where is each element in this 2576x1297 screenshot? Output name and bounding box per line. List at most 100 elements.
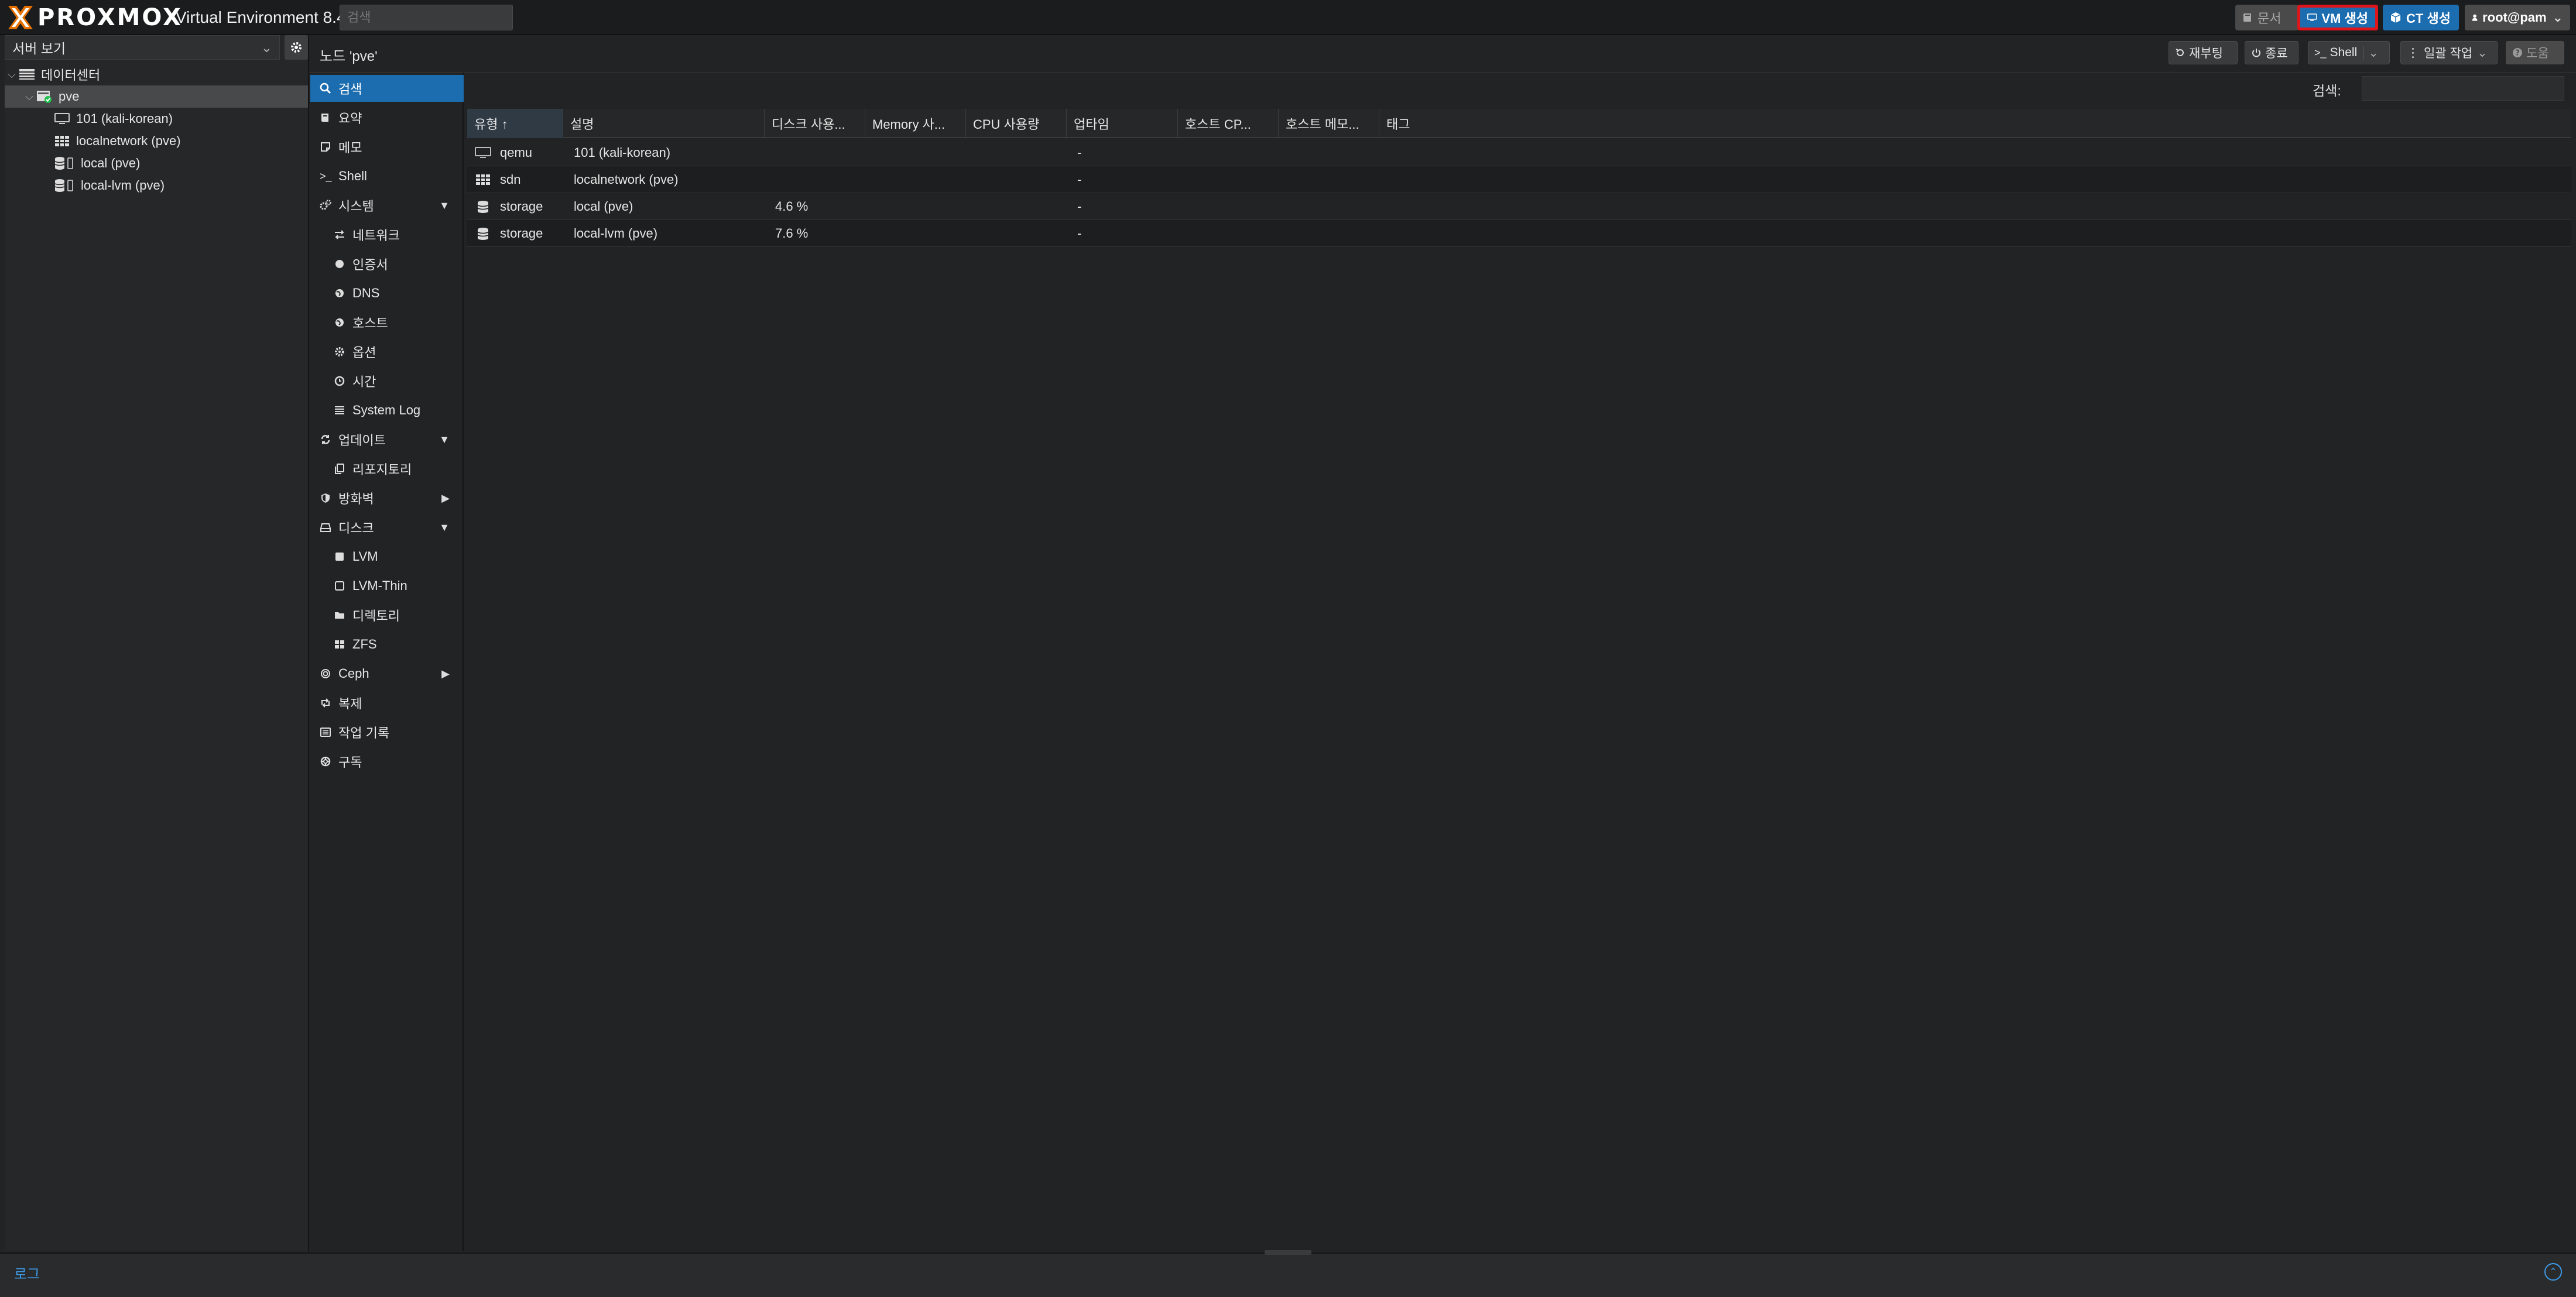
menu-item-system-log[interactable]: System Log: [310, 397, 464, 424]
column-header-disk-usage[interactable]: 디스크 사용...: [765, 109, 865, 138]
column-header-memory-usage[interactable]: Memory 사...: [865, 109, 966, 138]
create-vm-button[interactable]: VM 생성: [2297, 5, 2378, 30]
user-menu-button[interactable]: root@pam ⌄: [2465, 5, 2570, 30]
vm-monitor-icon: [54, 113, 70, 124]
menu-item-search[interactable]: 검색: [310, 75, 464, 102]
column-header-host-cpu[interactable]: 호스트 CP...: [1178, 109, 1279, 138]
log-tab[interactable]: 로그: [14, 1262, 40, 1283]
folder-icon: [335, 612, 344, 619]
global-search-input[interactable]: [340, 5, 513, 30]
create-vm-label: VM 생성: [2321, 11, 2368, 26]
tree-item-datacenter[interactable]: ⌵ 데이터센터: [5, 63, 308, 85]
menu-item-replication[interactable]: 복제: [310, 689, 464, 716]
menu-item-label: 업데이트: [338, 433, 386, 448]
reboot-label: 재부팅: [2189, 47, 2223, 60]
column-header-cpu-usage[interactable]: CPU 사용량: [966, 109, 1067, 138]
tree-item-sdn-localnetwork[interactable]: localnetwork (pve): [5, 130, 308, 152]
menu-item-label: LVM-Thin: [352, 578, 407, 593]
chevron-down-icon[interactable]: ⌄: [2363, 45, 2379, 60]
log-panel-splitter[interactable]: [1265, 1250, 1311, 1255]
documentation-label: 문서: [2258, 11, 2282, 26]
node-config-menu: 검색 요약 메모 >_ Shell 시스템 ▼ 네트워크 인증서 DNS 호스트…: [310, 73, 464, 1251]
column-header-uptime[interactable]: 업타임: [1067, 109, 1178, 138]
table-row[interactable]: [467, 139, 2571, 166]
expand-toggle-icon[interactable]: ⌵: [5, 68, 19, 81]
create-ct-button[interactable]: CT 생성: [2383, 5, 2459, 30]
menu-item-task-history[interactable]: 작업 기록: [310, 719, 464, 746]
menu-item-disks[interactable]: 디스크 ▼: [310, 514, 464, 541]
menu-item-system[interactable]: 시스템 ▼: [310, 192, 464, 219]
menu-item-label: 네트워크: [352, 228, 400, 243]
menu-item-time[interactable]: 시간: [310, 368, 464, 394]
caret-right-icon[interactable]: ▶: [441, 492, 450, 505]
menu-item-shell[interactable]: >_ Shell: [310, 163, 464, 190]
caret-down-icon[interactable]: ▼: [439, 434, 450, 446]
grid-cell-type: storage: [474, 193, 543, 220]
search-icon: [320, 83, 331, 94]
question-circle-icon: ?: [2513, 48, 2522, 58]
column-header-host-memory[interactable]: 호스트 메모...: [1279, 109, 1379, 138]
shutdown-button[interactable]: 종료: [2245, 41, 2298, 64]
menu-item-summary[interactable]: 요약: [310, 104, 464, 131]
sdn-grid-icon: [55, 136, 69, 146]
expand-toggle-icon[interactable]: ⌵: [22, 91, 36, 103]
bulk-actions-button[interactable]: ⋮ 일괄 작업 ⌄: [2400, 41, 2498, 64]
caret-down-icon[interactable]: ▼: [439, 200, 450, 212]
support-icon: [320, 756, 331, 767]
menu-item-zfs[interactable]: ZFS: [310, 631, 464, 658]
help-button[interactable]: ? 도움: [2506, 41, 2564, 64]
expand-log-icon[interactable]: ⌃: [2544, 1263, 2562, 1281]
chevron-down-icon: ⌄: [261, 39, 272, 55]
documentation-button[interactable]: 문서: [2235, 5, 2298, 30]
column-header-description[interactable]: 설명: [563, 109, 765, 138]
menu-item-dns[interactable]: DNS: [310, 280, 464, 307]
menu-item-hosts[interactable]: 호스트: [310, 309, 464, 336]
ceph-icon: [321, 669, 330, 678]
menu-item-network[interactable]: 네트워크: [310, 221, 464, 248]
book-icon: [2243, 13, 2251, 22]
menu-item-label: 호스트: [352, 316, 388, 331]
tree-item-node-pve[interactable]: ⌵ pve: [5, 85, 308, 108]
terminal-icon: >_: [2314, 46, 2327, 59]
menu-item-notes[interactable]: 메모: [310, 133, 464, 160]
storage-icon: [477, 201, 489, 213]
menu-item-certificates[interactable]: 인증서: [310, 251, 464, 277]
grid-cell-type: qemu: [474, 139, 532, 166]
menu-item-label: 작업 기록: [338, 726, 390, 740]
storage-icon: [477, 228, 489, 240]
menu-item-options[interactable]: 옵션: [310, 338, 464, 365]
menu-item-updates[interactable]: 업데이트 ▼: [310, 426, 464, 453]
shutdown-label: 종료: [2265, 47, 2288, 60]
tree-settings-button[interactable]: [285, 35, 308, 60]
caret-down-icon[interactable]: ▼: [439, 521, 450, 534]
tree-item-storage-local[interactable]: local (pve): [5, 152, 308, 174]
menu-item-lvm-thin[interactable]: LVM-Thin: [310, 572, 464, 599]
menu-item-ceph[interactable]: Ceph ▶: [310, 660, 464, 687]
user-label: root@pam: [2482, 10, 2547, 25]
chevron-down-icon: ⌄: [2552, 10, 2563, 25]
menu-item-firewall[interactable]: 방화벽 ▶: [310, 485, 464, 512]
menu-item-label: 디렉토리: [352, 609, 400, 623]
tree-item-label: localnetwork (pve): [76, 133, 181, 148]
reboot-button[interactable]: 재부팅: [2169, 41, 2238, 64]
menu-item-label: 요약: [338, 111, 362, 126]
shell-button[interactable]: >_ Shell ⌄: [2308, 41, 2390, 64]
menu-item-repositories[interactable]: 리포지토리: [310, 455, 464, 482]
tree-item-storage-local-lvm[interactable]: local-lvm (pve): [5, 174, 308, 197]
list-icon: [335, 406, 344, 414]
menu-item-directory[interactable]: 디렉토리: [310, 602, 464, 629]
square-icon: [335, 553, 344, 561]
grid-cell-type: storage: [474, 220, 543, 247]
grid-search-input[interactable]: [2362, 76, 2564, 101]
certificate-icon: [335, 260, 344, 268]
column-header-tags[interactable]: 태그: [1379, 109, 2571, 138]
menu-item-lvm[interactable]: LVM: [310, 543, 464, 570]
tree-item-vm-101[interactable]: 101 (kali-korean): [5, 108, 308, 130]
book-icon: [321, 114, 328, 122]
table-row[interactable]: [467, 166, 2571, 193]
caret-right-icon[interactable]: ▶: [441, 668, 450, 680]
column-header-type[interactable]: 유형 ↑: [467, 109, 563, 138]
menu-item-subscription[interactable]: 구독: [310, 748, 464, 775]
gear-icon: [291, 42, 302, 53]
view-selector[interactable]: 서버 보기 ⌄: [5, 35, 280, 60]
